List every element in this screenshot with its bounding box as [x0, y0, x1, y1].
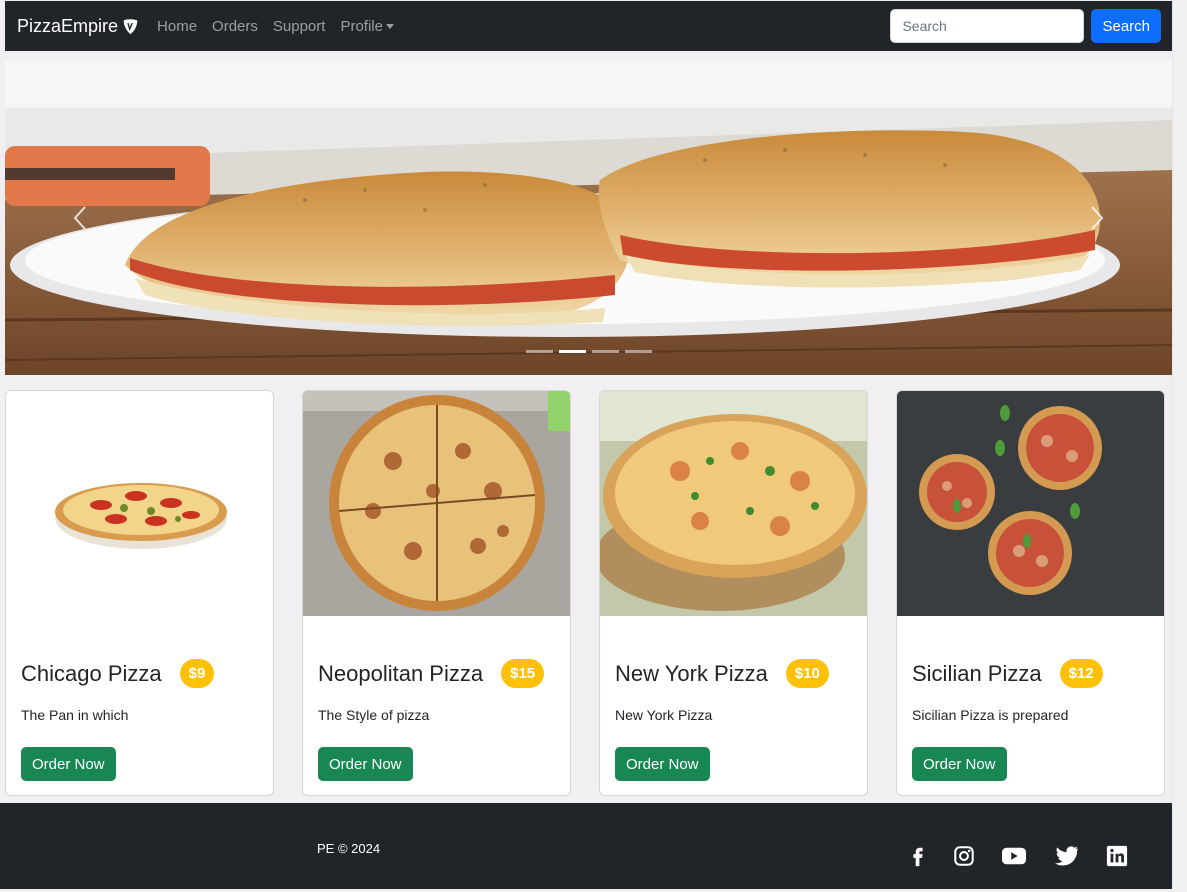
brand-logo-icon	[123, 18, 138, 34]
card-title: Chicago Pizza	[21, 660, 162, 686]
new-york-pizza-image	[600, 391, 867, 616]
pizza-card-sicilian: Sicilian Pizza $12 Sicilian Pizza is pre…	[896, 390, 1165, 796]
card-title: Sicilian Pizza	[912, 660, 1042, 686]
card-title-row: Sicilian Pizza $12	[912, 659, 1154, 688]
order-now-button[interactable]: Order Now	[318, 747, 413, 781]
chicago-pizza-image	[6, 391, 273, 616]
chevron-right-icon	[1091, 205, 1104, 230]
sicilian-pizza-image	[897, 391, 1164, 616]
card-body: Sicilian Pizza $12 Sicilian Pizza is pre…	[912, 659, 1154, 723]
search-input[interactable]	[890, 9, 1085, 43]
navbar: PizzaEmpire Home Orders Support Profile …	[5, 1, 1173, 51]
card-description: The Pan in which	[21, 707, 129, 723]
youtube-icon[interactable]	[1002, 844, 1026, 868]
card-body: Chicago Pizza $9 The Pan in which	[21, 659, 263, 723]
nav-home[interactable]: Home	[157, 18, 197, 35]
instagram-icon[interactable]	[952, 844, 976, 868]
card-title: New York Pizza	[615, 660, 768, 686]
card-description: The Style of pizza	[318, 707, 430, 723]
hero-slide-image	[5, 60, 1172, 375]
pizza-card-neopolitan: Neopolitan Pizza $15 The Style of pizza …	[302, 390, 571, 796]
price-badge: $9	[179, 659, 215, 688]
hero-carousel	[5, 60, 1172, 375]
neopolitan-pizza-image	[303, 391, 570, 616]
copyright-text: PE © 2024	[317, 841, 381, 856]
brand[interactable]: PizzaEmpire	[17, 16, 139, 37]
scrollbar[interactable]	[1172, 0, 1187, 892]
search-button[interactable]: Search	[1091, 9, 1161, 43]
card-body: Neopolitan Pizza $15 The Style of pizza	[318, 659, 560, 723]
chevron-down-icon	[385, 23, 394, 29]
linkedin-icon[interactable]	[1105, 844, 1129, 868]
page: PizzaEmpire Home Orders Support Profile …	[0, 0, 1187, 892]
brand-name: PizzaEmpire	[17, 15, 119, 36]
facebook-icon[interactable]	[906, 844, 930, 868]
card-title-row: Chicago Pizza $9	[21, 659, 263, 688]
card-body: New York Pizza $10 New York Pizza	[615, 659, 857, 723]
carousel-indicator-active[interactable]	[558, 350, 586, 353]
price-badge: $10	[785, 659, 829, 688]
pizza-card-new-york: New York Pizza $10 New York Pizza Order …	[599, 390, 868, 796]
carousel-next-button[interactable]	[1022, 60, 1172, 375]
carousel-indicator[interactable]	[525, 350, 553, 353]
pizza-card-chicago: Chicago Pizza $9 The Pan in which Order …	[5, 390, 274, 796]
nav-profile-label: Profile	[340, 17, 383, 35]
card-title: Neopolitan Pizza	[318, 660, 484, 686]
carousel-indicator[interactable]	[624, 350, 652, 353]
footer: PE © 2024	[0, 803, 1183, 889]
nav-profile-dropdown[interactable]: Profile	[340, 18, 394, 35]
card-description: Sicilian Pizza is prepared	[912, 707, 1069, 723]
nav-support[interactable]: Support	[273, 18, 326, 35]
nav-orders[interactable]: Orders	[212, 18, 258, 35]
card-description: New York Pizza	[615, 707, 713, 723]
chevron-left-icon	[73, 205, 86, 230]
twitter-icon[interactable]	[1055, 844, 1079, 868]
price-badge: $12	[1059, 659, 1103, 688]
price-badge: $15	[501, 659, 545, 688]
carousel-indicators	[5, 350, 1172, 353]
order-now-button[interactable]: Order Now	[912, 747, 1007, 781]
order-now-button[interactable]: Order Now	[615, 747, 710, 781]
order-now-button[interactable]: Order Now	[21, 747, 116, 781]
card-title-row: New York Pizza $10	[615, 659, 857, 688]
card-title-row: Neopolitan Pizza $15	[318, 659, 560, 688]
carousel-prev-button[interactable]	[5, 60, 155, 375]
carousel-indicator[interactable]	[591, 350, 619, 353]
